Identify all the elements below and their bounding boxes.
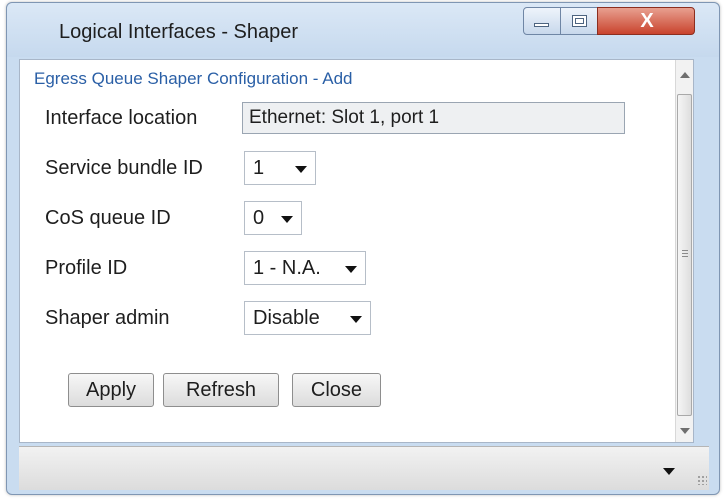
chevron-down-icon xyxy=(350,316,362,323)
scroll-down-arrow-icon[interactable] xyxy=(680,428,690,434)
window-title: Logical Interfaces - Shaper xyxy=(59,21,299,43)
cos-queue-id-label: CoS queue ID xyxy=(45,207,171,229)
dialog-window: Logical Interfaces - Shaper X Egress Que… xyxy=(6,2,720,495)
vertical-scrollbar[interactable] xyxy=(675,60,693,442)
scrollbar-thumb[interactable] xyxy=(677,94,692,416)
cos-queue-id-value: 0 xyxy=(253,207,265,229)
shaper-admin-select[interactable]: Disable xyxy=(244,301,371,335)
close-window-button[interactable]: X xyxy=(597,7,695,35)
chevron-down-icon xyxy=(345,266,357,273)
chevron-down-icon xyxy=(281,216,293,223)
minimize-button[interactable] xyxy=(523,7,561,35)
status-bar xyxy=(19,446,709,490)
service-bundle-id-select[interactable]: 1 xyxy=(244,151,316,185)
close-icon: X xyxy=(640,10,654,32)
refresh-button[interactable]: Refresh xyxy=(163,373,279,407)
title-bar[interactable]: Logical Interfaces - Shaper X xyxy=(7,3,719,57)
maximize-button[interactable] xyxy=(560,7,598,35)
minimize-icon xyxy=(534,23,549,27)
profile-id-value: 1 - N.A. xyxy=(253,257,321,279)
service-bundle-id-value: 1 xyxy=(253,157,265,179)
scrollbar-grip-icon xyxy=(682,250,688,251)
close-button[interactable]: Close xyxy=(292,373,381,407)
scroll-up-arrow-icon[interactable] xyxy=(680,72,690,78)
shaper-admin-value: Disable xyxy=(253,307,320,329)
service-bundle-id-label: Service bundle ID xyxy=(45,157,203,179)
profile-id-select[interactable]: 1 - N.A. xyxy=(244,251,366,285)
apply-button[interactable]: Apply xyxy=(68,373,154,407)
form-panel: Egress Queue Shaper Configuration - Add … xyxy=(19,59,694,443)
cos-queue-id-select[interactable]: 0 xyxy=(244,201,302,235)
maximize-icon xyxy=(572,15,587,27)
resize-grip-icon[interactable] xyxy=(697,475,707,485)
form-heading: Egress Queue Shaper Configuration - Add xyxy=(34,69,353,88)
interface-location-field: Ethernet: Slot 1, port 1 xyxy=(242,102,625,134)
profile-id-label: Profile ID xyxy=(45,257,128,279)
chevron-down-icon[interactable] xyxy=(663,468,675,475)
shaper-admin-label: Shaper admin xyxy=(45,307,170,329)
interface-location-label: Interface location xyxy=(45,107,198,129)
chevron-down-icon xyxy=(295,166,307,173)
